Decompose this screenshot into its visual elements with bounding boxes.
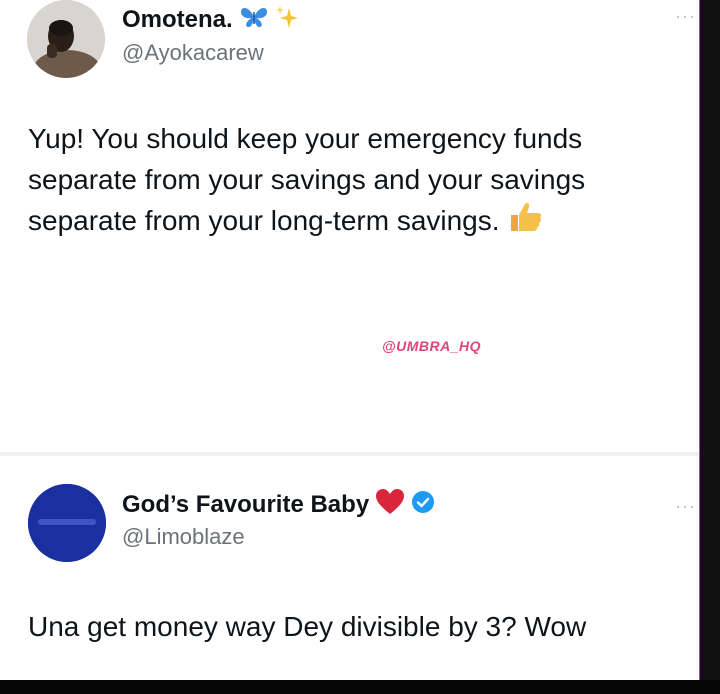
display-name[interactable]: Omotena. <box>122 6 233 34</box>
user-handle[interactable]: @Ayokacarew <box>122 40 264 66</box>
bottom-bar <box>0 680 720 694</box>
user-handle[interactable]: @Limoblaze <box>122 524 245 550</box>
avatar[interactable] <box>27 0 105 78</box>
more-options-button[interactable]: ··· <box>675 496 696 517</box>
more-options-button[interactable]: ··· <box>675 6 696 27</box>
tweet-text: Yup! You should keep your emergency fund… <box>28 118 668 244</box>
avatar[interactable] <box>28 484 106 562</box>
tweet-screenshot-panel: Omotena. @Ayokacarew ··· Yup! You should… <box>0 0 700 680</box>
tweet-text-content: Yup! You should keep your emergency fund… <box>28 123 586 236</box>
verified-badge-icon <box>411 490 435 519</box>
tweet-limoblaze[interactable]: God’s Favourite Baby @Limoblaze ··· Una … <box>0 458 700 680</box>
name-row: Omotena. <box>122 4 299 35</box>
divider <box>0 452 700 456</box>
avatar-photo <box>27 0 105 78</box>
tweet-omotena[interactable]: Omotena. @Ayokacarew ··· Yup! You should… <box>0 0 700 450</box>
name-row: God’s Favourite Baby <box>122 488 435 521</box>
butterfly-icon <box>239 4 269 35</box>
watermark: @UMBRA_HQ <box>382 338 482 354</box>
background-strip <box>700 0 720 680</box>
red-heart-icon <box>375 488 405 521</box>
sparkles-icon <box>275 4 299 35</box>
thumbs-up-icon <box>507 201 543 244</box>
display-name[interactable]: God’s Favourite Baby <box>122 491 369 519</box>
avatar-logo <box>28 484 106 562</box>
tweet-text: Una get money way Dey divisible by 3? Wo… <box>28 611 587 642</box>
